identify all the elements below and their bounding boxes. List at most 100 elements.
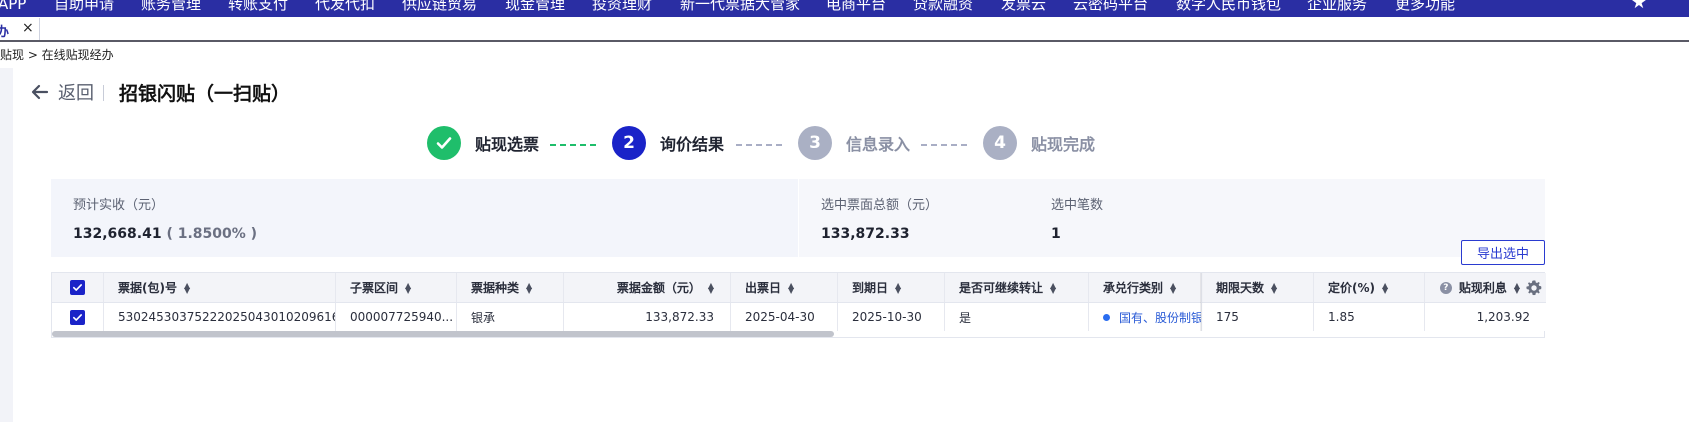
col-sub-range[interactable]: 子票区间 ▲ ▼	[336, 273, 457, 302]
back-button[interactable]: 返回	[30, 79, 94, 105]
nav-item-cash[interactable]: 现金管理	[505, 0, 565, 14]
top-nav: APP 自助申请 账务管理 转账支付 代发代扣 供应链贸易 现金管理 投资理财 …	[0, 0, 1689, 17]
favorite-star-icon[interactable]: ★	[1631, 0, 1647, 13]
count-value: 1	[1051, 226, 1061, 242]
cell-sub-range: 000007725940...	[336, 303, 457, 331]
step-label: 贴现选票	[475, 135, 540, 154]
col-label: 贴现利息	[1458, 281, 1507, 295]
total-amount-label: 选中票面总额（元）	[821, 198, 939, 213]
expected-amount-label: 预计实收（元）	[73, 198, 165, 213]
step-select-bills: 贴现选票	[427, 126, 539, 160]
export-selected-button[interactable]: 导出选中	[1461, 240, 1545, 265]
breadcrumb: 贴现 > 在线贴现经办	[0, 48, 114, 62]
col-rate[interactable]: 定价(%) ▲ ▼	[1314, 273, 1425, 302]
table-header: 票据(包)号 ▲ ▼ 子票区间 ▲ ▼ 票据种类 ▲ ▼ 票据金额（元） ▲ ▼ 出票日 ▲ ▼ 到…	[52, 273, 1546, 303]
nav-item-self-service[interactable]: 自助申请	[54, 0, 114, 14]
col-label: 子票区间	[350, 281, 399, 295]
step-info-entry: 3 信息录入	[798, 126, 910, 160]
row-checkbox[interactable]	[52, 303, 104, 331]
nav-item-more[interactable]: 更多功能	[1395, 0, 1455, 14]
col-label: 票据(包)号	[118, 281, 177, 295]
tab-discount[interactable]: 办 ×	[0, 18, 40, 40]
cell-amount: 133,872.33	[564, 303, 731, 331]
step-label: 贴现完成	[1031, 135, 1096, 154]
summary-panel: 预计实收（元） 132,668.41 ( 1.8500% ) 选中票面总额（元）…	[51, 179, 1545, 257]
sort-icon[interactable]: ▲ ▼	[1382, 281, 1388, 294]
table-row[interactable]: 530245303752220250430102096160 000007725…	[52, 303, 1546, 331]
count-label: 选中笔数	[1051, 198, 1104, 213]
tab-strip: 办 ×	[0, 17, 1689, 42]
nav-item-supply-chain[interactable]: 供应链贸易	[402, 0, 477, 14]
nav-item-ecommerce[interactable]: 电商平台	[826, 0, 886, 14]
total-amount-value: 133,872.33	[821, 226, 910, 242]
close-icon[interactable]: ×	[22, 20, 34, 36]
col-bill-type[interactable]: 票据种类 ▲ ▼	[457, 273, 564, 302]
gear-icon[interactable]	[1525, 279, 1543, 297]
sort-icon[interactable]: ▲ ▼	[708, 281, 714, 294]
cell-acceptor-type[interactable]: 国有、股份制银行	[1089, 303, 1202, 331]
step-number: 2	[612, 126, 646, 160]
fixed-column-shadow	[1200, 273, 1203, 331]
cell-due-date: 2025-10-30	[838, 303, 945, 331]
cell-interest: 1,203.92	[1476, 310, 1530, 324]
select-all-checkbox[interactable]	[52, 273, 104, 302]
checkbox-checked-icon	[70, 280, 85, 295]
col-label: 票据种类	[471, 281, 520, 295]
sort-icon[interactable]: ▲ ▼	[895, 281, 901, 294]
nav-item-payroll[interactable]: 代发代扣	[315, 0, 375, 14]
col-label: 出票日	[745, 281, 782, 295]
step-label: 信息录入	[846, 135, 911, 154]
nav-item-invoice[interactable]: 发票云	[1001, 0, 1046, 14]
cell-transferable: 是	[945, 303, 1089, 331]
sort-icon[interactable]: ▲ ▼	[1170, 281, 1176, 294]
nav-item-invest[interactable]: 投资理财	[592, 0, 652, 14]
step-connector	[736, 144, 782, 146]
col-label: 定价(%)	[1328, 281, 1375, 295]
col-acceptor-type[interactable]: 承兑行类别 ▲ ▼	[1089, 273, 1202, 302]
horizontal-scrollbar[interactable]	[52, 331, 834, 337]
col-term-days[interactable]: 期限天数 ▲ ▼	[1202, 273, 1314, 302]
question-icon[interactable]: ?	[1439, 281, 1452, 294]
status-dot-icon	[1103, 313, 1110, 321]
col-transferable[interactable]: 是否可继续转让 ▲ ▼	[945, 273, 1089, 302]
expected-amount: 132,668.41 ( 1.8500% )	[73, 226, 257, 242]
sort-icon[interactable]: ▲ ▼	[1514, 281, 1520, 294]
col-label: 期限天数	[1216, 281, 1265, 295]
col-amount[interactable]: 票据金额（元） ▲ ▼	[564, 273, 731, 302]
col-label: 到期日	[852, 281, 889, 295]
sort-icon[interactable]: ▲ ▼	[788, 281, 794, 294]
col-label: 是否可继续转让	[959, 281, 1044, 295]
step-connector	[550, 144, 596, 146]
arrow-left-icon	[31, 84, 49, 100]
sort-icon[interactable]: ▲ ▼	[1050, 281, 1056, 294]
selection-summary: 选中票面总额（元） 133,872.33 选中笔数 1	[798, 179, 1545, 257]
acceptor-type-link[interactable]: 国有、股份制银行	[1119, 309, 1201, 326]
nav-item-bill-manager[interactable]: 新一代票据大管家	[680, 0, 800, 14]
expected-amount-value: 132,668.41	[73, 226, 162, 242]
cell-term-days: 175	[1202, 303, 1314, 331]
sort-icon[interactable]: ▲ ▼	[526, 281, 532, 294]
nav-item-app[interactable]: APP	[0, 0, 26, 14]
cell-rate: 1.85	[1314, 303, 1425, 331]
checkbox-checked-icon	[70, 309, 85, 325]
col-label: 票据金额（元）	[616, 281, 701, 295]
sort-icon[interactable]: ▲ ▼	[1271, 281, 1277, 294]
col-due-date[interactable]: 到期日 ▲ ▼	[838, 273, 945, 302]
col-bill-number[interactable]: 票据(包)号 ▲ ▼	[104, 273, 336, 302]
nav-item-crypto[interactable]: 云密码平台	[1073, 0, 1148, 14]
nav-item-loan[interactable]: 贷款融资	[913, 0, 973, 14]
nav-item-enterprise[interactable]: 企业服务	[1307, 0, 1367, 14]
nav-item-transfer[interactable]: 转账支付	[228, 0, 288, 14]
nav-item-ecny[interactable]: 数字人民币钱包	[1176, 0, 1281, 14]
cell-bill-number: 530245303752220250430102096160	[104, 303, 336, 331]
col-label: 承兑行类别	[1103, 281, 1164, 295]
col-issue-date[interactable]: 出票日 ▲ ▼	[731, 273, 838, 302]
back-label: 返回	[58, 83, 94, 104]
left-rail	[0, 68, 13, 422]
sort-icon[interactable]: ▲ ▼	[184, 281, 190, 294]
nav-item-accounts[interactable]: 账务管理	[141, 0, 201, 14]
tab-label: 办	[0, 25, 10, 40]
sort-icon[interactable]: ▲ ▼	[405, 281, 411, 294]
step-number: 4	[983, 126, 1017, 160]
cell-issue-date: 2025-04-30	[731, 303, 838, 331]
